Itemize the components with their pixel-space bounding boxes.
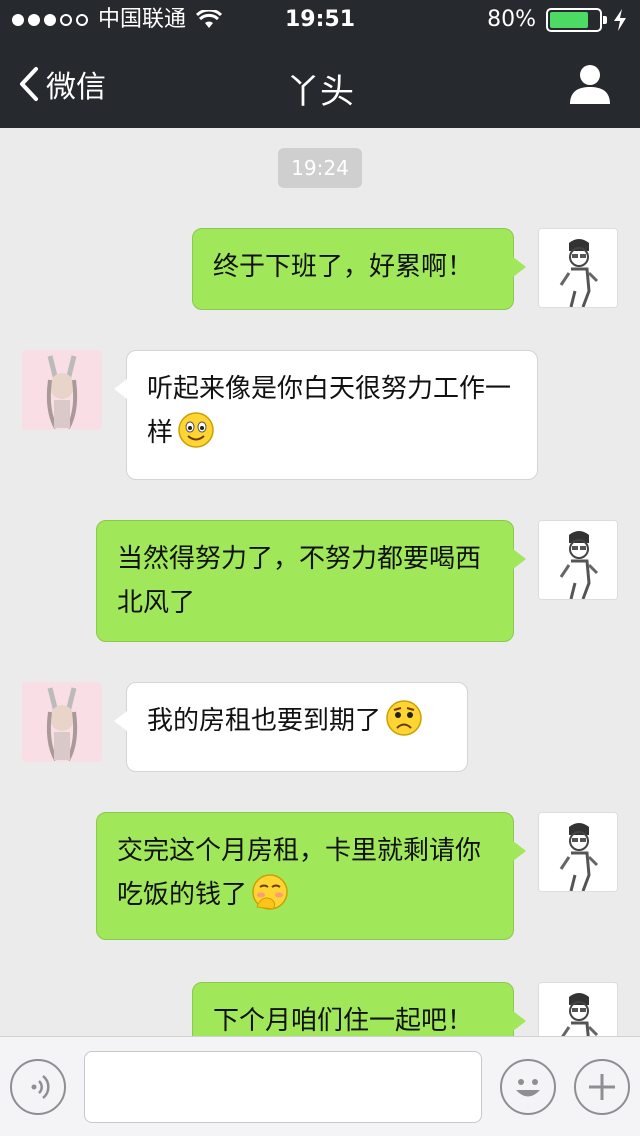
- my-avatar[interactable]: [538, 228, 618, 308]
- contact-message-bubble[interactable]: 听起来像是你白天很努力工作一样: [114, 350, 538, 480]
- message-input-bar: [0, 1036, 640, 1136]
- plus-icon: [589, 1074, 615, 1100]
- my-message-bubble[interactable]: 交完这个月房租，卡里就剩请你吃饭的钱了: [96, 812, 526, 940]
- message-text: 我的房租也要到期了: [147, 706, 382, 736]
- message-input[interactable]: [84, 1051, 482, 1123]
- smile-emoji-icon: [178, 412, 214, 448]
- emoji-icon: [516, 1079, 540, 1097]
- message-timestamp: 19:24: [278, 148, 362, 188]
- more-button[interactable]: [574, 1059, 630, 1115]
- my-avatar[interactable]: [538, 520, 618, 600]
- message-text: 下个月咱们住一起吧！: [213, 1006, 474, 1036]
- chat-history[interactable]: 19:24 终于下班了，好累啊！ 听起来像是你白天很努力工作一样 当然得努力了，…: [0, 128, 640, 1036]
- contact-message-bubble[interactable]: 我的房租也要到期了: [114, 682, 468, 772]
- chat-title: 丫头: [286, 72, 354, 112]
- message-text: 交完这个月房租，卡里就剩请你吃饭的钱了: [117, 836, 482, 910]
- voice-button[interactable]: [10, 1059, 66, 1115]
- charging-icon: [614, 9, 626, 31]
- contact-avatar[interactable]: [22, 682, 102, 762]
- message-text: 终于下班了，好累啊！: [213, 252, 474, 282]
- battery-icon: [546, 8, 607, 32]
- battery-percent: 80%: [487, 7, 536, 32]
- contact-avatar[interactable]: [22, 350, 102, 430]
- navigation-bar: 微信 丫头: [0, 40, 640, 128]
- shy-emoji-icon: [252, 874, 288, 910]
- my-message-bubble[interactable]: 下个月咱们住一起吧！: [192, 982, 526, 1036]
- my-message-bubble[interactable]: 终于下班了，好累啊！: [192, 228, 526, 310]
- person-icon: [570, 65, 610, 104]
- emoji-button[interactable]: [500, 1059, 556, 1115]
- my-message-bubble[interactable]: 当然得努力了，不努力都要喝西北风了: [96, 520, 526, 642]
- top-bar: 中国联通 19:51 80% 微信 丫头: [0, 0, 640, 128]
- my-avatar[interactable]: [538, 812, 618, 892]
- my-avatar[interactable]: [538, 982, 618, 1036]
- voice-icon: [31, 1075, 50, 1099]
- status-bar: 中国联通 19:51 80%: [0, 0, 640, 40]
- sad-emoji-icon: [386, 700, 422, 736]
- profile-button[interactable]: [568, 62, 612, 106]
- message-text: 当然得努力了，不努力都要喝西北风了: [117, 544, 482, 618]
